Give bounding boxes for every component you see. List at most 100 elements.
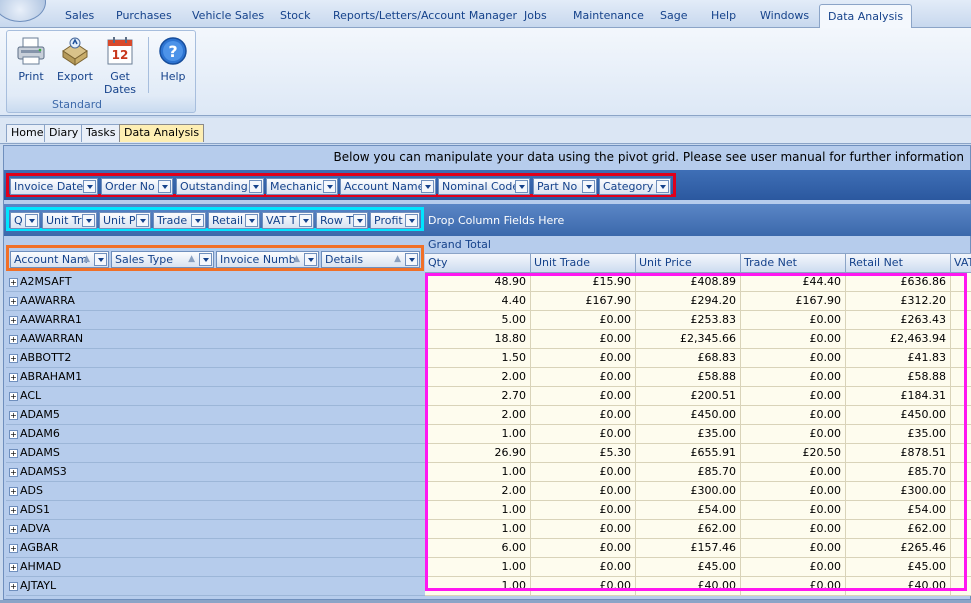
tab-diary[interactable]: Diary bbox=[44, 124, 84, 142]
cell-trade-net[interactable]: £0.00 bbox=[741, 330, 846, 349]
table-row[interactable]: + AHMAD 1.00 £0.00 £45.00 £0.00 £45.00 bbox=[4, 558, 971, 577]
cell-qty[interactable]: 2.00 bbox=[425, 368, 531, 387]
filter-field-category[interactable]: Category bbox=[599, 178, 671, 195]
cell-unit-price[interactable]: £45.00 bbox=[636, 558, 741, 577]
dropdown-arrow-icon[interactable] bbox=[25, 214, 38, 227]
cell-retail-net[interactable]: £85.70 bbox=[846, 463, 951, 482]
cell-qty[interactable]: 1.00 bbox=[425, 558, 531, 577]
cell-trade-net[interactable]: £0.00 bbox=[741, 482, 846, 501]
expand-icon[interactable]: + bbox=[9, 543, 18, 553]
cell-trade-net[interactable]: £167.90 bbox=[741, 292, 846, 311]
cell-unit-price[interactable]: £35.00 bbox=[636, 425, 741, 444]
cell-unit-price[interactable]: £62.00 bbox=[636, 520, 741, 539]
cell-vat[interactable] bbox=[951, 501, 971, 520]
column-header-unit-trade[interactable]: Unit Trade bbox=[531, 253, 636, 273]
dropdown-arrow-icon[interactable] bbox=[94, 253, 107, 266]
expand-icon[interactable]: + bbox=[9, 277, 18, 287]
cell-unit-trade[interactable]: £0.00 bbox=[531, 311, 636, 330]
cell-unit-trade[interactable]: £0.00 bbox=[531, 558, 636, 577]
cell-unit-price[interactable]: £294.20 bbox=[636, 292, 741, 311]
dropdown-arrow-icon[interactable] bbox=[323, 180, 336, 193]
data-field-trade[interactable]: Trade bbox=[153, 212, 206, 229]
cell-trade-net[interactable]: £0.00 bbox=[741, 577, 846, 596]
cell-vat[interactable] bbox=[951, 558, 971, 577]
data-field-retail[interactable]: Retail bbox=[208, 212, 260, 229]
expand-icon[interactable]: + bbox=[9, 581, 18, 591]
filter-field-mechanic[interactable]: Mechanic bbox=[266, 178, 338, 195]
filter-field-order-no[interactable]: Order No bbox=[101, 178, 173, 195]
cell-qty[interactable]: 2.00 bbox=[425, 482, 531, 501]
cell-qty[interactable]: 1.00 bbox=[425, 520, 531, 539]
table-row[interactable]: + A2MSAFT 48.90 £15.90 £408.89 £44.40 £636.86 bbox=[4, 273, 971, 292]
tab-data-analysis[interactable]: Data Analysis bbox=[119, 124, 205, 142]
data-field-vat-total[interactable]: VAT T bbox=[262, 212, 314, 229]
table-row[interactable]: + ADVA 1.00 £0.00 £62.00 £0.00 £62.00 bbox=[4, 520, 971, 539]
dropdown-arrow-icon[interactable] bbox=[83, 180, 96, 193]
filter-field-nominal-code[interactable]: Nominal Code bbox=[438, 178, 530, 195]
cell-trade-net[interactable]: £0.00 bbox=[741, 558, 846, 577]
cell-qty[interactable]: 6.00 bbox=[425, 539, 531, 558]
expand-icon[interactable]: + bbox=[9, 524, 18, 534]
cell-vat[interactable] bbox=[951, 292, 971, 311]
cell-qty[interactable]: 18.80 bbox=[425, 330, 531, 349]
menu-sage[interactable]: Sage bbox=[656, 6, 691, 26]
cell-retail-net[interactable]: £312.20 bbox=[846, 292, 951, 311]
table-row[interactable]: + ADS 2.00 £0.00 £300.00 £0.00 £300.00 bbox=[4, 482, 971, 501]
cell-unit-price[interactable]: £655.91 bbox=[636, 444, 741, 463]
data-field-row-total[interactable]: Row T bbox=[316, 212, 368, 229]
get-dates-button[interactable]: 12 Get Dates bbox=[98, 35, 142, 99]
cell-retail-net[interactable]: £265.46 bbox=[846, 539, 951, 558]
expand-icon[interactable]: + bbox=[9, 334, 18, 344]
cell-qty[interactable]: 1.00 bbox=[425, 463, 531, 482]
cell-trade-net[interactable]: £44.40 bbox=[741, 273, 846, 292]
row-header[interactable]: + AJTAYL bbox=[6, 577, 426, 596]
table-row[interactable]: + ADAMS3 1.00 £0.00 £85.70 £0.00 £85.70 bbox=[4, 463, 971, 482]
application-orb-button[interactable] bbox=[0, 0, 46, 22]
table-row[interactable]: + ADAMS 26.90 £5.30 £655.91 £20.50 £878.51 bbox=[4, 444, 971, 463]
cell-unit-trade[interactable]: £0.00 bbox=[531, 463, 636, 482]
cell-unit-price[interactable]: £2,345.66 bbox=[636, 330, 741, 349]
cell-unit-trade[interactable]: £0.00 bbox=[531, 539, 636, 558]
filter-field-invoice-date[interactable]: Invoice Date bbox=[10, 178, 98, 195]
row-header[interactable]: + ADS bbox=[6, 482, 426, 501]
cell-vat[interactable] bbox=[951, 444, 971, 463]
data-field-qty[interactable]: Q bbox=[10, 212, 40, 229]
menu-windows[interactable]: Windows bbox=[756, 6, 813, 26]
cell-vat[interactable] bbox=[951, 406, 971, 425]
row-header[interactable]: + ABRAHAM1 bbox=[6, 368, 426, 387]
cell-unit-price[interactable]: £58.88 bbox=[636, 368, 741, 387]
cell-qty[interactable]: 5.00 bbox=[425, 311, 531, 330]
row-header[interactable]: + AGBAR bbox=[6, 539, 426, 558]
cell-retail-net[interactable]: £45.00 bbox=[846, 558, 951, 577]
cell-unit-trade[interactable]: £0.00 bbox=[531, 482, 636, 501]
cell-vat[interactable] bbox=[951, 482, 971, 501]
filter-field-outstanding[interactable]: Outstanding bbox=[176, 178, 264, 195]
cell-vat[interactable] bbox=[951, 520, 971, 539]
dropdown-arrow-icon[interactable] bbox=[304, 253, 317, 266]
menu-sales[interactable]: Sales bbox=[61, 6, 98, 26]
column-drop-zone[interactable]: Drop Column Fields Here bbox=[428, 214, 564, 227]
column-header-unit-price[interactable]: Unit Price bbox=[636, 253, 741, 273]
cell-retail-net[interactable]: £636.86 bbox=[846, 273, 951, 292]
data-field-profit[interactable]: Profit bbox=[370, 212, 420, 229]
cell-trade-net[interactable]: £0.00 bbox=[741, 539, 846, 558]
cell-retail-net[interactable]: £54.00 bbox=[846, 501, 951, 520]
cell-retail-net[interactable]: £300.00 bbox=[846, 482, 951, 501]
filter-field-part-no[interactable]: Part No bbox=[533, 178, 597, 195]
cell-qty[interactable]: 2.70 bbox=[425, 387, 531, 406]
column-header-vat[interactable]: VAT bbox=[951, 253, 971, 273]
cell-vat[interactable] bbox=[951, 311, 971, 330]
cell-vat[interactable] bbox=[951, 425, 971, 444]
expand-icon[interactable]: + bbox=[9, 315, 18, 325]
menu-data-analysis[interactable]: Data Analysis bbox=[819, 4, 913, 29]
cell-trade-net[interactable]: £0.00 bbox=[741, 520, 846, 539]
cell-retail-net[interactable]: £35.00 bbox=[846, 425, 951, 444]
dropdown-arrow-icon[interactable] bbox=[82, 214, 95, 227]
cell-retail-net[interactable]: £450.00 bbox=[846, 406, 951, 425]
cell-vat[interactable] bbox=[951, 387, 971, 406]
expand-icon[interactable]: + bbox=[9, 486, 18, 496]
cell-vat[interactable] bbox=[951, 330, 971, 349]
cell-qty[interactable]: 1.50 bbox=[425, 349, 531, 368]
menu-reports[interactable]: Reports/Letters/Account Manager bbox=[329, 6, 521, 26]
cell-trade-net[interactable]: £0.00 bbox=[741, 368, 846, 387]
